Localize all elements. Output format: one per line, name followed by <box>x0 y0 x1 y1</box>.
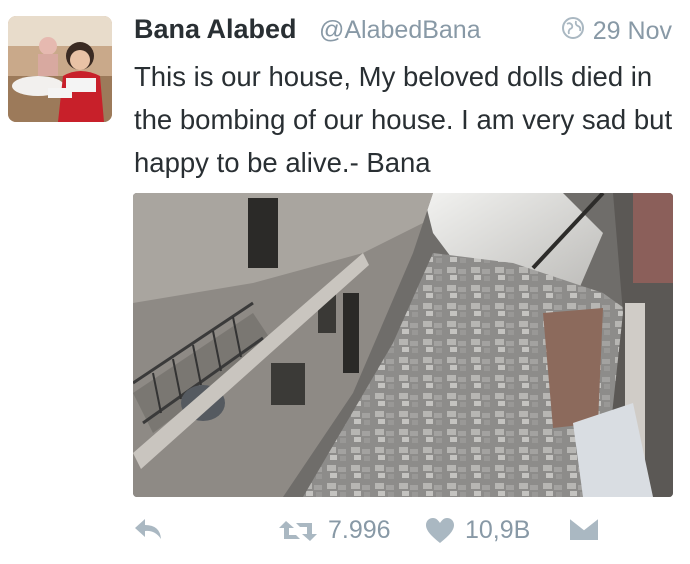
like-count: 10,9B <box>465 516 531 544</box>
reply-icon <box>133 516 163 542</box>
tweet-photo[interactable] <box>133 193 673 497</box>
reply-button[interactable] <box>133 516 163 542</box>
tweet-text: This is our house, My beloved dolls died… <box>134 61 673 178</box>
tweet-header: Bana Alabed @AlabedBana 29 Nov <box>134 14 674 50</box>
author-name[interactable]: Bana Alabed <box>134 14 297 45</box>
action-bar: 7.996 10,9B <box>0 508 690 556</box>
tweet-date[interactable]: 29 Nov <box>561 16 672 47</box>
retweet-count: 7.996 <box>328 516 391 544</box>
globe-icon <box>561 16 585 47</box>
like-button[interactable]: 10,9B <box>425 516 530 545</box>
heart-icon <box>425 517 455 545</box>
direct-message-button[interactable] <box>569 516 599 542</box>
retweet-button[interactable]: 7.996 <box>278 516 391 545</box>
message-icon <box>569 516 599 542</box>
avatar[interactable] <box>8 16 112 122</box>
retweet-icon <box>278 517 318 545</box>
date-text: 29 Nov <box>592 17 672 45</box>
author-handle[interactable]: @AlabedBana <box>319 16 481 45</box>
